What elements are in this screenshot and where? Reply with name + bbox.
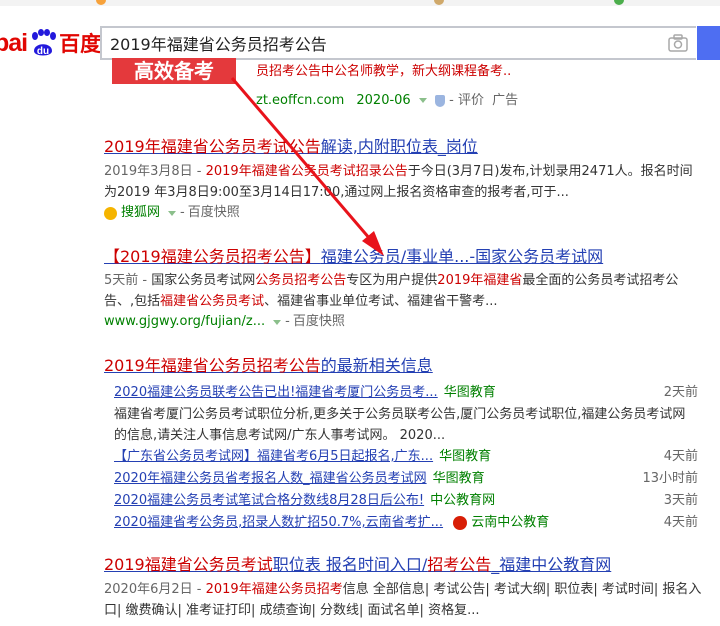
browser-tab-icon	[96, 0, 106, 5]
news-item-link[interactable]: 2020年福建公务员省考报名人数_福建省公务员考试网	[114, 471, 427, 486]
search-result: 【2019福建公务员招考公告】福建公务员/事业单...-国家公务员考试网 5天前…	[104, 243, 704, 332]
news-item-link[interactable]: 【广东省公务员考试网】福建省考6月5日起报名,广东...	[114, 449, 433, 464]
search-header: bai du 百度	[0, 6, 720, 68]
ad-rate-link[interactable]: 评价	[458, 93, 484, 108]
logo-baidu-text: 百度	[59, 32, 102, 56]
news-title-link[interactable]: 2019年福建省公务员招考公告的最新相关信息	[104, 352, 704, 376]
result-source-name[interactable]: 搜狐网	[121, 203, 160, 223]
news-item: 【广东省公务员考试网】福建省考6月5日起报名,广东... 华图教育 4天前	[114, 449, 698, 464]
news-item: 2020福建省考公务员,招录人数扩招50.7%,云南省考扩... 云南中公教育 4…	[114, 515, 698, 530]
result-abstract: 5天前 - 国家公务员考试网公务员招考公告专区为用户提供2019年福建省最全面的…	[104, 273, 679, 309]
result-url[interactable]: www.gjgwy.org/fujian/z...	[104, 312, 265, 332]
ad-banner[interactable]: 高效备考	[112, 58, 236, 84]
ad-snippet: 员招考公告中公名师教学，新大纲课程备考..	[256, 64, 512, 79]
news-item: 2020福建公务员考试笔试合格分数线8月28日后公布! 中公教育网 3天前	[114, 493, 698, 508]
search-result: 2019年福建省公务员考试公告解读,内附职位表_岗位 2019年3月8日 - 2…	[104, 133, 704, 223]
result-source: 搜狐网 - 百度快照	[104, 203, 704, 223]
dropdown-caret-icon[interactable]	[168, 210, 177, 216]
shield-icon	[435, 94, 445, 107]
cache-link[interactable]: 百度快照	[188, 203, 240, 223]
news-item-link[interactable]: 2020福建公务员考试笔试合格分数线8月28日后公布!	[114, 493, 424, 508]
baidu-logo[interactable]: bai du 百度	[0, 28, 101, 58]
paw-icon: du	[28, 29, 58, 57]
dropdown-caret-icon[interactable]	[418, 98, 427, 103]
sohu-icon	[104, 206, 117, 220]
result-title-link[interactable]: 2019福建省公务员考试职位表 报名时间入口/招考公告_福建中公教育网	[104, 551, 704, 575]
news-item: 2020年福建公务员省考报名人数_福建省公务员考试网 华图教育 13小时前	[114, 471, 698, 486]
ad-date: 2020-06	[356, 93, 411, 108]
news-item: 2020福建公务员联考公告已出!福建省考厦门公务员考... 华图教育 2天前	[114, 385, 698, 400]
search-box[interactable]	[100, 26, 696, 60]
search-input[interactable]	[110, 32, 650, 54]
ad-label: 广告	[492, 93, 519, 108]
result-source: www.gjgwy.org/fujian/z... - 百度快照	[104, 312, 704, 332]
search-button[interactable]	[697, 26, 720, 60]
news-abstract: 福建省考厦门公务员考试职位分析,更多关于公务员联考公告,厦门公务员考试职位,福建…	[114, 407, 686, 443]
news-list: 2020福建公务员联考公告已出!福建省考厦门公务员考... 华图教育 2天前 福建省…	[104, 382, 704, 534]
news-item-link[interactable]: 2020福建省考公务员,招录人数扩招50.7%,云南省考扩...	[114, 515, 443, 530]
ad-url[interactable]: zt.eoffcn.com	[256, 93, 344, 108]
camera-icon[interactable]	[668, 34, 688, 52]
result-abstract: 2019年3月8日 - 2019年福建省公务员考试招录公告于今日(3月7日)发布…	[104, 164, 693, 200]
browser-tab-icon	[434, 0, 444, 5]
result-title-link[interactable]: 【2019福建公务员招考公告】福建公务员/事业单...-国家公务员考试网	[104, 243, 704, 267]
svg-text:du: du	[37, 46, 49, 57]
cache-link[interactable]: 百度快照	[293, 312, 345, 332]
news-block: 2019年福建省公务员招考公告的最新相关信息 2020福建公务员联考公告已出!福…	[104, 352, 704, 534]
news-item-link[interactable]: 2020福建公务员联考公告已出!福建省考厦门公务员考...	[114, 385, 438, 400]
search-result: 2019福建省公务员考试职位表 报名时间入口/招考公告_福建中公教育网 2020…	[104, 551, 704, 621]
dropdown-caret-icon[interactable]	[273, 319, 282, 325]
result-abstract: 2020年6月2日 - 2019年福建公务员招考信息 全部信息| 考试公告| 考…	[104, 582, 702, 618]
ad-source: zt.eoffcn.com 2020-06 - 评价 广告	[256, 93, 519, 108]
result-title-link[interactable]: 2019年福建省公务员考试公告解读,内附职位表_岗位	[104, 133, 704, 157]
browser-tab-icon	[614, 0, 624, 5]
offcn-icon	[453, 515, 468, 530]
logo-bai-text: bai	[0, 28, 28, 57]
